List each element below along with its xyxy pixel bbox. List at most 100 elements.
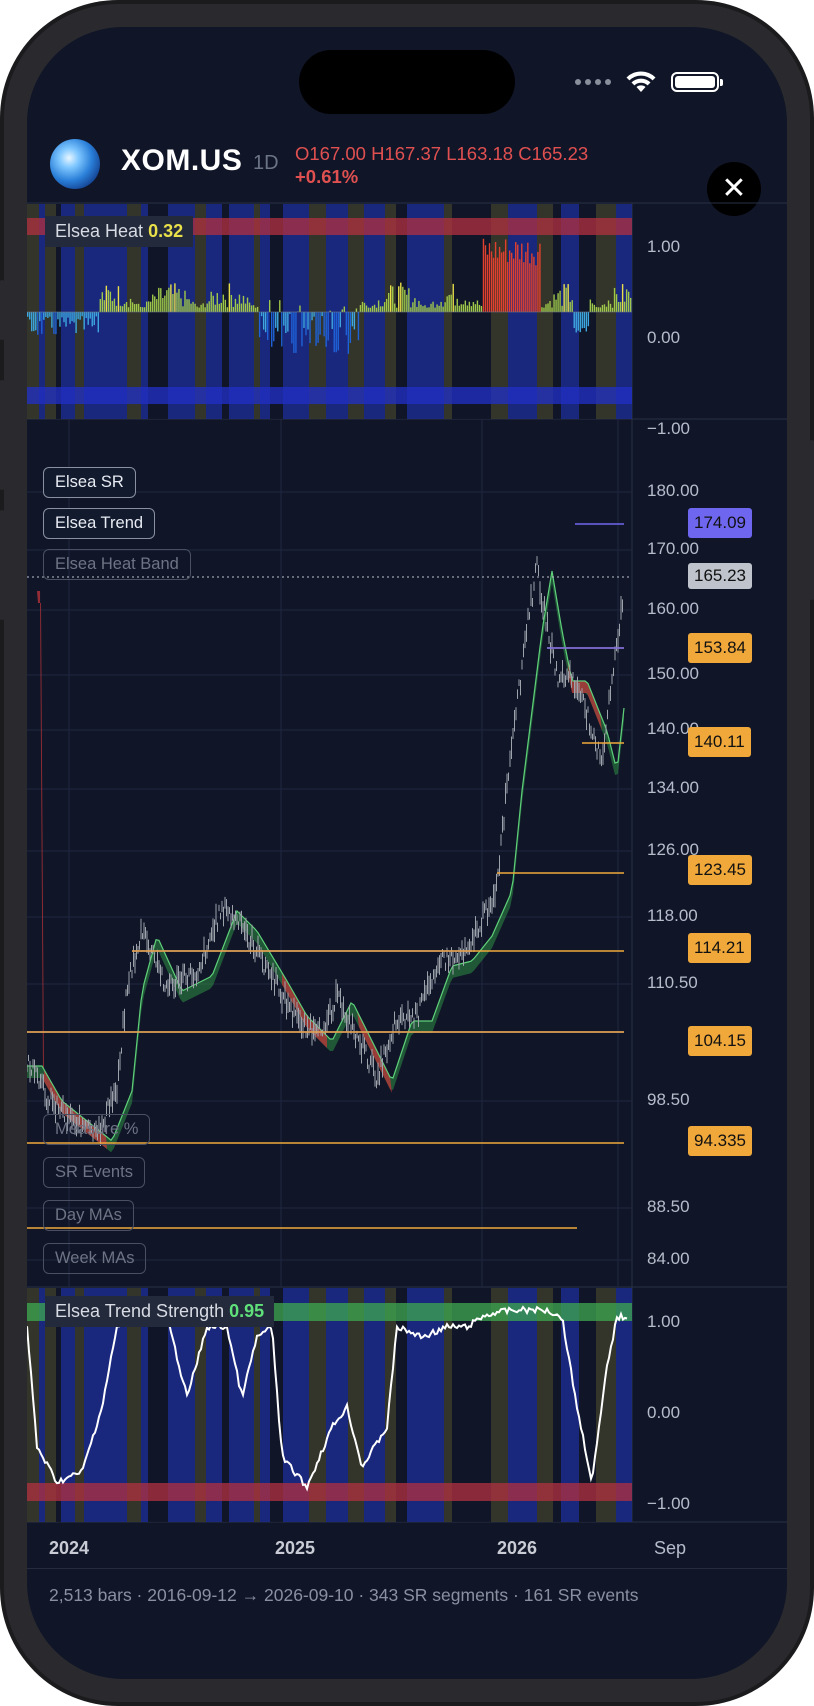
heat-bar: [571, 300, 573, 312]
heat-bar: [254, 307, 257, 312]
heat-bar: [531, 253, 533, 312]
heat-bar: [377, 300, 380, 312]
heat-bar: [504, 239, 507, 312]
heat-bar: [129, 298, 132, 312]
heat-bar: [482, 238, 485, 312]
heat-bar: [264, 312, 267, 333]
heat-bar: [123, 303, 126, 312]
x-axis-sep: Sep: [654, 1538, 687, 1558]
heat-bar: [553, 294, 555, 312]
heat-bar: [349, 312, 352, 344]
price-axis-118: 118.00: [647, 906, 698, 925]
heat-bar: [406, 294, 408, 312]
heat-bar: [262, 312, 265, 330]
heat-bar: [220, 302, 222, 312]
heat-bar: [456, 298, 458, 312]
day-mas-button[interactable]: Day MAs: [43, 1200, 134, 1231]
heat-bar: [428, 307, 430, 312]
heat-bar: [547, 303, 549, 312]
heat-bar: [327, 312, 329, 341]
heat-bar: [301, 312, 303, 347]
heat-bar: [87, 312, 89, 325]
heat-bar: [55, 312, 57, 335]
heat-bar: [115, 305, 118, 312]
heat-bar: [39, 312, 41, 322]
power-button: [809, 440, 814, 600]
heat-bar: [442, 306, 444, 312]
heat-bar: [196, 306, 198, 312]
heat-bar: [75, 312, 77, 334]
heat-bar: [452, 283, 454, 312]
heat-bar: [529, 263, 531, 312]
heat-bar: [549, 300, 551, 312]
heat-bar: [244, 303, 247, 312]
support-price-tag: 123.45: [688, 855, 752, 885]
toggle-elsea-trend[interactable]: Elsea Trend: [43, 508, 156, 539]
heat-bar: [611, 307, 614, 312]
heat-bar: [613, 287, 616, 312]
heat-bar: [379, 306, 382, 312]
heat-bar: [95, 312, 97, 317]
heat-bar: [204, 307, 206, 312]
week-mas-button[interactable]: Week MAs: [43, 1243, 147, 1274]
heat-bar: [224, 299, 227, 312]
heat-bar: [357, 312, 360, 341]
measure-percent-button[interactable]: Measure %: [43, 1114, 151, 1145]
heat-bar: [43, 312, 45, 320]
heat-bar: [351, 312, 354, 327]
heat-bar: [266, 312, 269, 340]
heat-bar: [502, 251, 505, 312]
heat-bar: [309, 312, 311, 344]
heat-bar: [597, 307, 600, 312]
heat-bar: [559, 290, 561, 312]
heat-bar: [392, 286, 394, 312]
heat-bar: [218, 303, 220, 312]
heat-bar: [337, 312, 339, 351]
heat-bar: [152, 294, 154, 312]
heat-bar: [484, 245, 487, 312]
heat-bar: [234, 298, 237, 312]
trend-line: [27, 570, 625, 1142]
heat-bar: [91, 312, 93, 327]
heat-bar: [287, 312, 289, 332]
sr-events-button[interactable]: SR Events: [43, 1157, 145, 1188]
heat-bar: [311, 312, 313, 321]
heat-bar: [45, 312, 47, 318]
heat-bar: [127, 307, 130, 312]
heat-bar: [593, 304, 596, 312]
heat-bar: [460, 304, 462, 312]
heat-bar: [269, 300, 271, 312]
heat-cold-band: [27, 387, 632, 404]
toggle-elsea-sr[interactable]: Elsea SR: [43, 467, 136, 498]
trend-band: [27, 571, 624, 1153]
heat-bar: [434, 307, 436, 312]
trend-strength-text: Elsea Trend Strength: [55, 1301, 225, 1321]
heat-bar: [543, 307, 545, 312]
heat-bar: [359, 305, 362, 312]
heat-bar: [355, 308, 358, 312]
heat-bar: [158, 287, 160, 312]
x-axis-2025: 2025: [275, 1538, 316, 1558]
price-axis-98: 98.50: [647, 1090, 690, 1109]
heat-bar: [236, 303, 239, 312]
heat-bar: [208, 301, 210, 312]
heat-bar: [410, 307, 412, 312]
heat-bar: [166, 290, 168, 312]
heat-bar: [206, 303, 208, 312]
heat-bar: [603, 304, 606, 312]
heat-bar: [242, 295, 245, 312]
heat-bar: [396, 307, 398, 312]
price-axis-134: 134.00: [647, 778, 699, 797]
heat-bar: [79, 312, 81, 320]
heat-bar: [345, 312, 348, 336]
toggle-elsea-heat-band[interactable]: Elsea Heat Band: [43, 549, 191, 580]
heat-bar: [430, 303, 432, 312]
heat-bar: [182, 306, 184, 312]
heat-bar: [307, 312, 309, 330]
heat-bar: [343, 306, 346, 312]
heat-bar: [533, 256, 535, 312]
heat-bar: [454, 305, 456, 312]
heat-bar: [53, 312, 55, 334]
heat-bar: [315, 312, 317, 346]
heat-bar: [545, 304, 547, 312]
